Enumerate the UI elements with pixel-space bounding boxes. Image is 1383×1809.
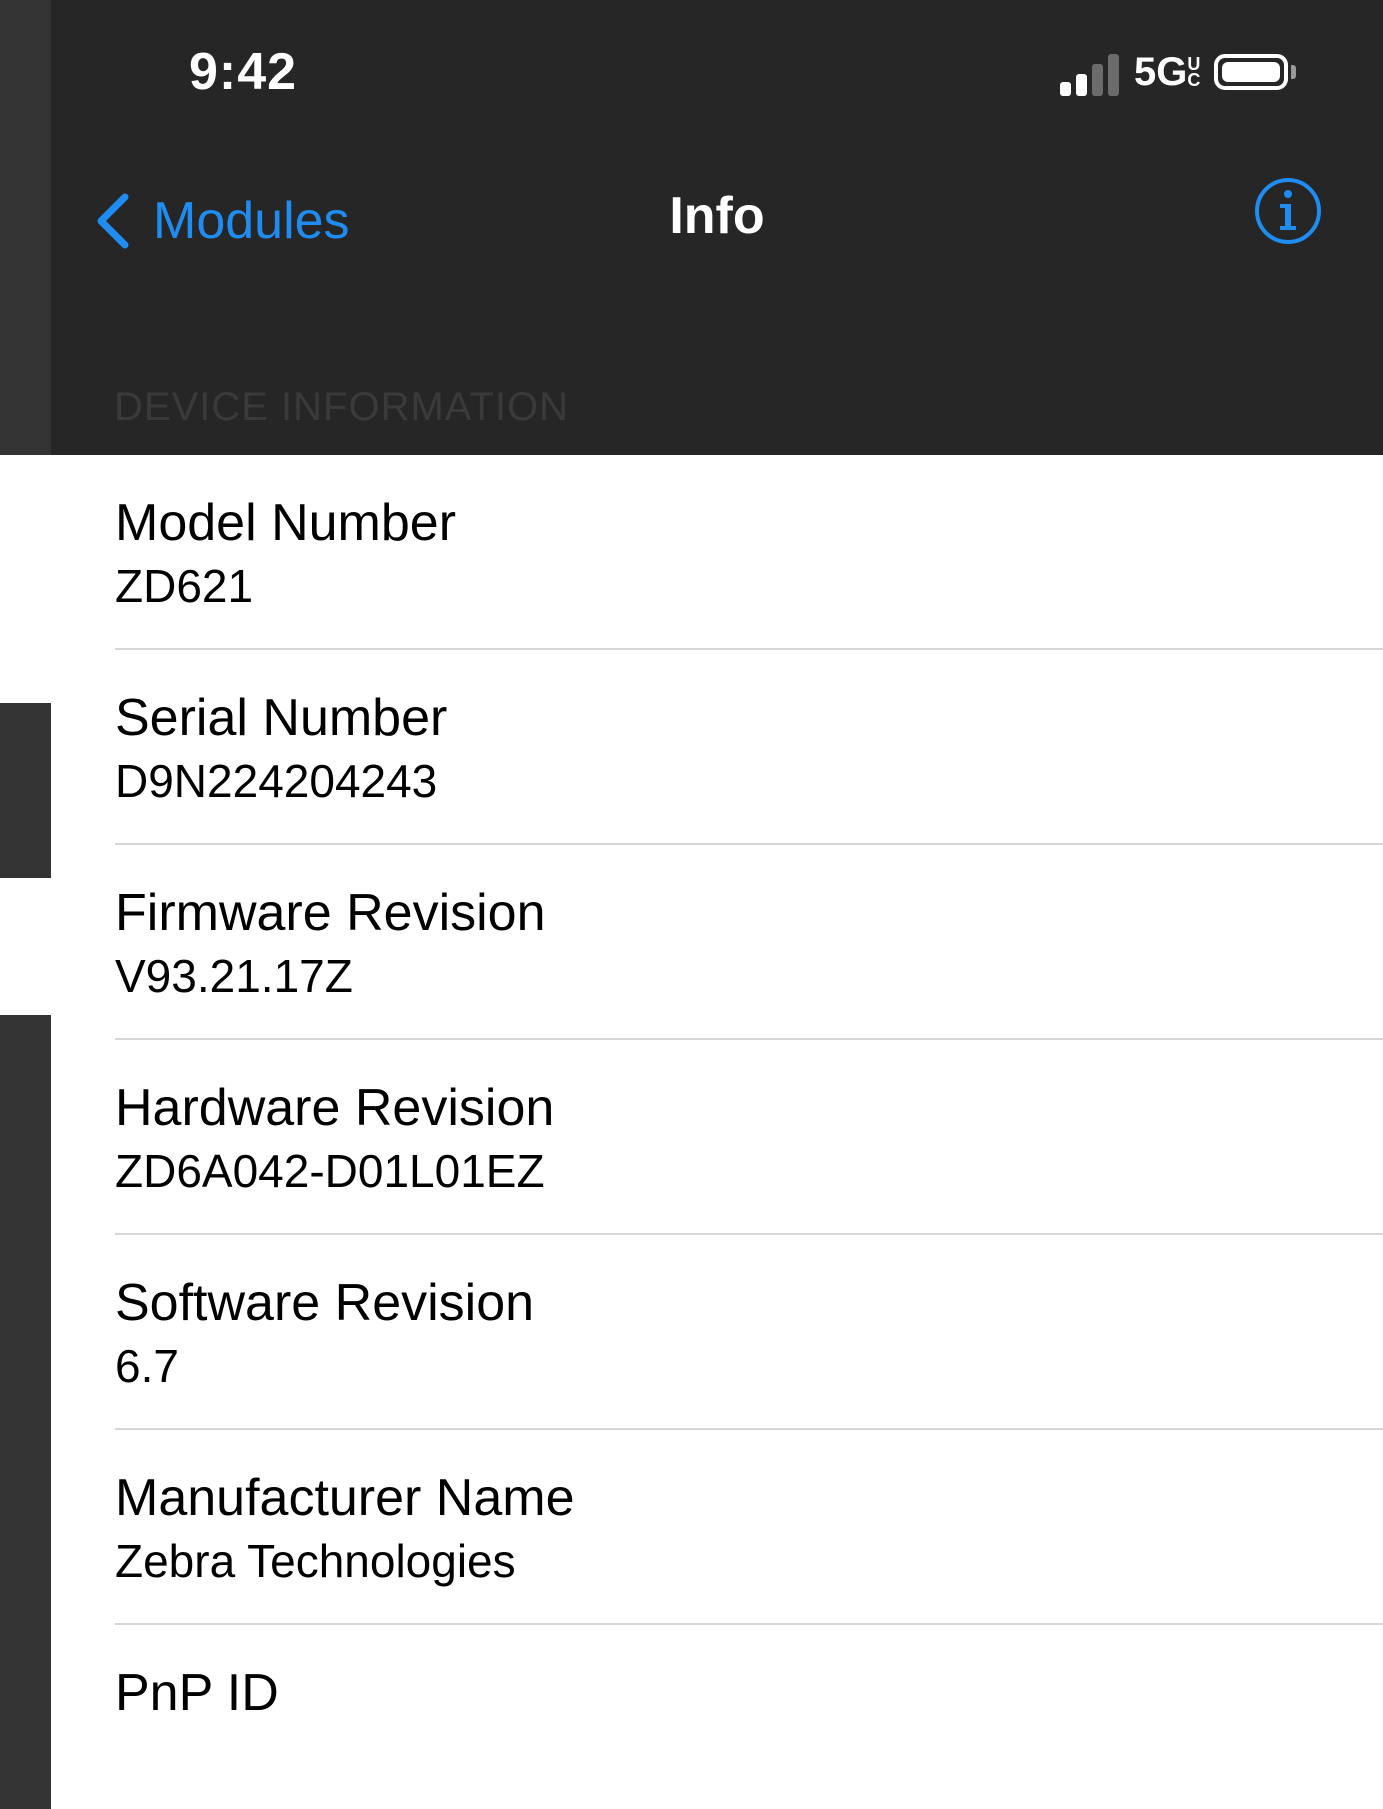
list-item-title: Hardware Revision [115, 1079, 555, 1137]
info-icon[interactable] [1253, 176, 1323, 246]
battery-icon [1214, 54, 1288, 90]
battery-tip [1291, 65, 1296, 79]
app-screen: 9:42 5GUC Modules Info DEVICE INFORMATIO… [0, 0, 1383, 1809]
list-item-software-revision: Software Revision 6.7 [51, 1235, 1383, 1430]
left-edge-gap [0, 878, 51, 1015]
list-item-title: Software Revision [115, 1274, 535, 1332]
network-type-label: 5G [1134, 50, 1188, 94]
list-item-serial-number: Serial Number D9N224204243 [51, 650, 1383, 845]
page-title: Info [669, 187, 765, 245]
network-type-suffix: UC [1187, 54, 1201, 90]
list-item-firmware-revision: Firmware Revision V93.21.17Z [51, 845, 1383, 1040]
status-time: 9:42 [189, 43, 298, 101]
list-item-value: V93.21.17Z [115, 950, 353, 1002]
list-item-title: Model Number [115, 494, 457, 552]
list-item-value: ZD6A042-D01L01EZ [115, 1145, 545, 1197]
list-item-pnp-id: PnP ID [51, 1625, 1383, 1809]
list-item-value: Zebra Technologies [115, 1535, 516, 1587]
list-item-value: 6.7 [115, 1340, 179, 1392]
list-item-title: PnP ID [115, 1664, 279, 1722]
cellular-signal-icon [1060, 54, 1124, 96]
list-item-title: Firmware Revision [115, 884, 546, 942]
section-header-device-information: DEVICE INFORMATION [114, 385, 570, 429]
network-type-indicator: 5GUC [1134, 50, 1205, 95]
list-item-title: Serial Number [115, 689, 448, 747]
list-item-manufacturer-name: Manufacturer Name Zebra Technologies [51, 1430, 1383, 1625]
list-item-hardware-revision: Hardware Revision ZD6A042-D01L01EZ [51, 1040, 1383, 1235]
status-bar: 9:42 5GUC [51, 0, 1383, 150]
list-item-model-number: Model Number ZD621 [51, 455, 1383, 650]
left-edge-gap [0, 455, 51, 703]
list-item-value: D9N224204243 [115, 755, 438, 807]
list-item-value: ZD621 [115, 560, 254, 612]
list-item-title: Manufacturer Name [115, 1469, 575, 1527]
navigation-bar: Modules Info [51, 150, 1383, 280]
device-info-list: Model Number ZD621 Serial Number D9N2242… [51, 455, 1383, 1809]
